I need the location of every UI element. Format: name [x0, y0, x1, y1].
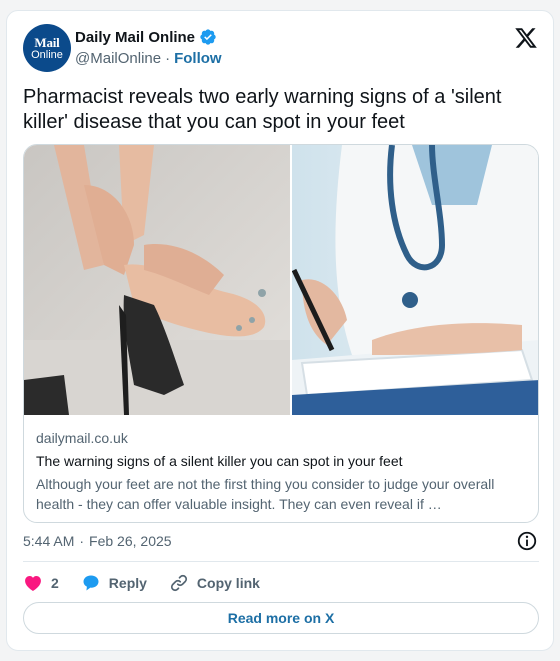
avatar-text-line1: Mail [34, 34, 60, 50]
author-handle[interactable]: @MailOnline [75, 50, 161, 67]
post-date: Feb 26, 2025 [89, 533, 172, 549]
doctor-photo [292, 145, 538, 415]
author-display-name[interactable]: Daily Mail Online [75, 29, 195, 46]
link-icon [170, 574, 187, 592]
likes-count: 2 [51, 575, 59, 591]
heart-icon [25, 576, 41, 591]
link-preview-card[interactable]: dailymail.co.uk The warning signs of a s… [23, 144, 539, 523]
reply-bubble-icon [83, 575, 99, 591]
handle-separator: · [165, 50, 171, 67]
avatar-text-line2: Online [31, 48, 63, 61]
post-timestamp[interactable]: 5:44 AM · Feb 26, 2025 [23, 533, 172, 549]
link-domain: dailymail.co.uk [36, 430, 128, 446]
info-icon[interactable] [516, 530, 538, 552]
x-logo-icon[interactable] [514, 26, 538, 50]
avatar[interactable]: Mail Online [23, 24, 71, 72]
feet-photo [24, 145, 290, 415]
like-button[interactable]: 2 [23, 573, 59, 593]
post-actions: 2 Reply Copy link [23, 572, 282, 594]
read-more-button[interactable]: Read more on X [23, 602, 539, 634]
post-time: 5:44 AM [23, 533, 75, 549]
author-handle-row: @MailOnline · Follow [75, 50, 222, 67]
post-text: Pharmacist reveals two early warning sig… [23, 86, 502, 133]
reply-label: Reply [108, 575, 147, 591]
verified-badge-icon [200, 29, 216, 45]
embedded-post-card: Mail Online Daily Mail Online @MailOnlin… [6, 10, 554, 651]
timestamp-separator: · [79, 533, 85, 549]
actions-divider [23, 561, 539, 562]
copy-link-label: Copy link [196, 575, 260, 591]
copy-link-button[interactable]: Copy link [169, 573, 260, 593]
link-title: The warning signs of a silent killer you… [36, 453, 403, 469]
link-preview-info: dailymail.co.uk The warning signs of a s… [36, 429, 526, 514]
author-name-row: Daily Mail Online [75, 28, 217, 46]
link-preview-image [24, 145, 538, 415]
follow-button[interactable]: Follow [174, 50, 222, 67]
link-description: Although your feet are not the first thi… [36, 476, 495, 512]
reply-button[interactable]: Reply [81, 573, 147, 593]
